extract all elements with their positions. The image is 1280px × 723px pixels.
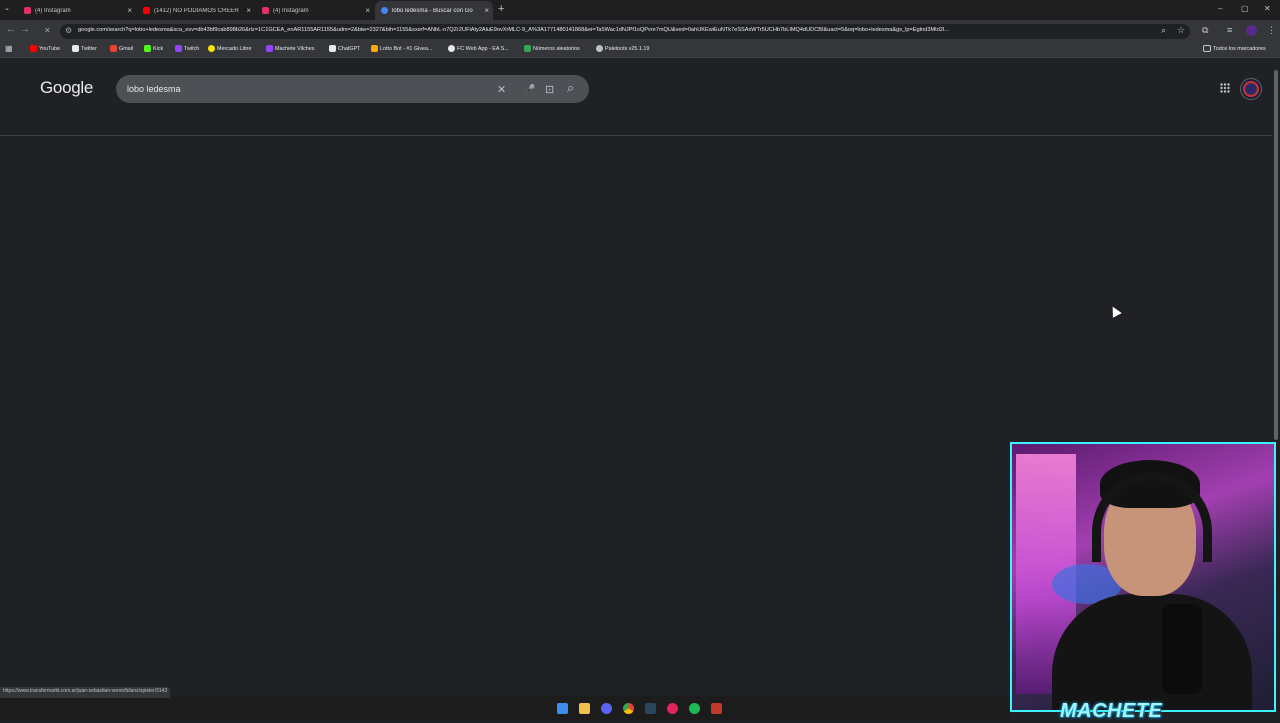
- mercado-libre-icon: [208, 45, 215, 52]
- webcam-overlay: [1010, 442, 1276, 712]
- globe-icon: [448, 45, 455, 52]
- address-url[interactable]: google.com/search?q=lobo+ledesma&sca_esv…: [78, 27, 1158, 33]
- streamer-body: [1052, 594, 1252, 710]
- instagram-icon: [262, 7, 269, 14]
- minimize-button[interactable]: –: [1218, 4, 1222, 13]
- bookmark-youtube[interactable]: YouTube: [30, 45, 60, 52]
- chatgpt-icon: [329, 45, 336, 52]
- google-apps-icon[interactable]: [1220, 82, 1230, 96]
- back-button[interactable]: ←: [6, 24, 16, 35]
- bookmark-kick[interactable]: Kick: [144, 45, 163, 52]
- browser-menu-icon[interactable]: ⋮: [1267, 25, 1276, 36]
- bookmark-paletools[interactable]: Paletools v25.1.19: [596, 45, 649, 52]
- forward-button[interactable]: →: [20, 24, 30, 35]
- bookmark-numeros-aleatorios[interactable]: Números aleatorios: [524, 45, 580, 52]
- windows-start-icon[interactable]: [557, 703, 568, 714]
- microphone-icon[interactable]: 🎤: [524, 84, 535, 95]
- kick-icon: [144, 45, 151, 52]
- maximize-button[interactable]: ▢: [1241, 4, 1249, 13]
- all-bookmarks[interactable]: Todos los marcadores: [1203, 45, 1266, 52]
- tab-search-icon[interactable]: ⌄: [4, 4, 10, 12]
- chrome-icon[interactable]: [623, 703, 634, 714]
- status-bar-url: https://www.transfermarkt.com.ar/juan-se…: [0, 687, 171, 698]
- lotto-bot-icon: [371, 45, 378, 52]
- app-icon[interactable]: [667, 703, 678, 714]
- tab-close-icon[interactable]: ×: [365, 6, 370, 15]
- mouse-cursor: [1108, 304, 1122, 318]
- bookmark-twitch[interactable]: Twitch: [175, 45, 199, 52]
- profile-icon[interactable]: [1246, 25, 1257, 36]
- site-info-icon[interactable]: ⚙: [65, 26, 72, 35]
- google-logo[interactable]: Google: [40, 78, 93, 98]
- zoom-icon[interactable]: ⌕: [1161, 25, 1166, 36]
- search-icon[interactable]: ⌕: [567, 80, 574, 96]
- folder-icon: [1203, 45, 1211, 52]
- search-input[interactable]: lobo ledesma: [127, 84, 181, 94]
- grid-icon: [1220, 83, 1230, 93]
- tab-youtube[interactable]: (1412) NO PODÍAMOS CREER ×: [137, 1, 255, 20]
- taskbar: [0, 696, 1010, 720]
- dice-icon: [524, 45, 531, 52]
- instagram-icon: [24, 7, 31, 14]
- clear-icon[interactable]: ✕: [497, 83, 506, 96]
- extensions-icon[interactable]: ⧉: [1202, 25, 1208, 36]
- google-favicon-icon: [381, 7, 388, 14]
- discord-icon[interactable]: [601, 703, 612, 714]
- account-avatar[interactable]: [1240, 78, 1262, 100]
- bookmark-chatgpt[interactable]: ChatGPT: [329, 45, 360, 52]
- bookmark-mercado-libre[interactable]: Mercado Libre: [208, 45, 251, 52]
- search-box[interactable]: [116, 75, 589, 103]
- bookmark-fc-web-app[interactable]: FC Web App - EA S...: [448, 45, 509, 52]
- bookmark-gmail[interactable]: Gmail: [110, 45, 133, 52]
- header-divider: [0, 135, 1272, 136]
- apps-shortcut-icon[interactable]: ▦: [5, 44, 13, 53]
- scrollbar-thumb[interactable]: [1274, 70, 1278, 440]
- google-lens-icon[interactable]: ⊡: [545, 83, 554, 96]
- youtube-icon: [30, 45, 37, 52]
- spotify-icon[interactable]: [689, 703, 700, 714]
- youtube-icon: [143, 7, 150, 14]
- globe-icon: [596, 45, 603, 52]
- obs-icon[interactable]: [711, 703, 722, 714]
- file-explorer-icon[interactable]: [579, 703, 590, 714]
- new-tab-button[interactable]: +: [498, 3, 504, 15]
- bookmark-star-icon[interactable]: ☆: [1177, 25, 1185, 36]
- tab-close-icon[interactable]: ×: [246, 6, 251, 15]
- tab-google-search[interactable]: lobo ledesma - Buscar con Go ×: [375, 1, 493, 20]
- steam-icon[interactable]: [645, 703, 656, 714]
- tab-close-icon[interactable]: ×: [127, 6, 132, 15]
- tab-instagram-1[interactable]: (4) Instagram ×: [18, 1, 136, 20]
- microphone: [1162, 604, 1202, 694]
- gmail-icon: [110, 45, 117, 52]
- bookmark-machete-vilches[interactable]: Machete Vilches: [266, 45, 314, 52]
- bookmark-twitter[interactable]: Twitter: [72, 45, 97, 52]
- x-twitter-icon: [72, 45, 79, 52]
- twitch-icon: [266, 45, 273, 52]
- tab-close-icon[interactable]: ×: [484, 6, 489, 15]
- bookmark-lotto-bot[interactable]: Lotto Bot - #1 Givea...: [371, 45, 432, 52]
- twitch-icon: [175, 45, 182, 52]
- tab-instagram-2[interactable]: (4) Instagram ×: [256, 1, 374, 20]
- stop-loading-button[interactable]: ✕: [44, 26, 51, 35]
- close-window-button[interactable]: ✕: [1264, 4, 1271, 13]
- tab-menu-icon[interactable]: ≡: [1227, 25, 1232, 35]
